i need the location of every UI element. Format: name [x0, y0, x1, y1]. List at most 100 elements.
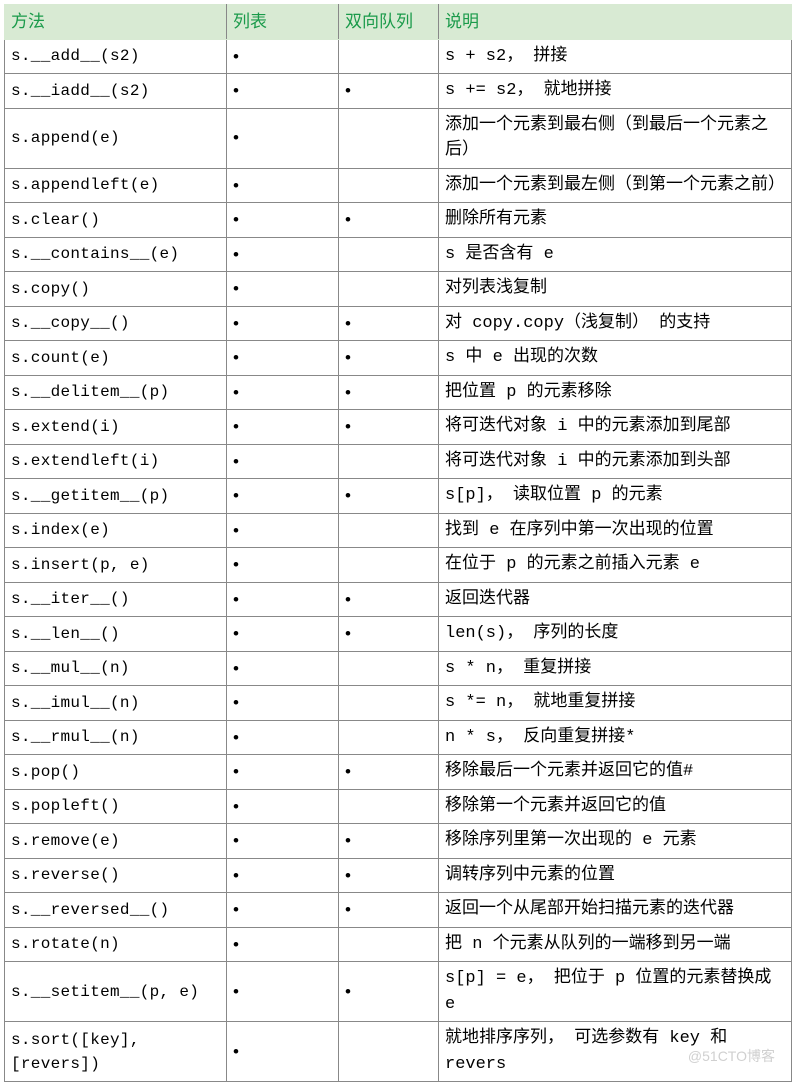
description-cell: 对列表浅复制 [439, 272, 792, 307]
description-cell: s += s2， 就地拼接 [439, 74, 792, 109]
deque-support-cell: • [339, 582, 439, 617]
description-cell: s *= n， 就地重复拼接 [439, 686, 792, 721]
list-support-cell: • [227, 39, 339, 74]
table-row: s.__mul__(n)•s * n， 重复拼接 [5, 651, 792, 686]
deque-support-cell: • [339, 479, 439, 514]
table-row: s.__getitem__(p)••s[p]， 读取位置 p 的元素 [5, 479, 792, 514]
deque-support-cell [339, 513, 439, 548]
table-row: s.__len__()••len(s)， 序列的长度 [5, 617, 792, 652]
method-cell: s.__iadd__(s2) [5, 74, 227, 109]
method-cell: s.copy() [5, 272, 227, 307]
table-row: s.count(e)••s 中 e 出现的次数 [5, 341, 792, 376]
method-cell: s.__iter__() [5, 582, 227, 617]
deque-support-cell [339, 1022, 439, 1082]
list-support-cell: • [227, 824, 339, 859]
deque-support-cell [339, 789, 439, 824]
method-cell: s.__copy__() [5, 306, 227, 341]
table-row: s.__setitem__(p, e)••s[p] = e， 把位于 p 位置的… [5, 962, 792, 1022]
list-support-cell: • [227, 444, 339, 479]
deque-support-cell [339, 237, 439, 272]
deque-support-cell: • [339, 410, 439, 445]
list-support-cell: • [227, 375, 339, 410]
header-list: 列表 [227, 5, 339, 40]
list-support-cell: • [227, 479, 339, 514]
method-cell: s.index(e) [5, 513, 227, 548]
method-cell: s.sort([key], [revers]) [5, 1022, 227, 1082]
header-deque: 双向队列 [339, 5, 439, 40]
method-cell: s.clear() [5, 203, 227, 238]
method-cell: s.__add__(s2) [5, 39, 227, 74]
list-support-cell: • [227, 858, 339, 893]
table-row: s.__reversed__()••返回一个从尾部开始扫描元素的迭代器 [5, 893, 792, 928]
deque-support-cell: • [339, 375, 439, 410]
method-cell: s.__delitem__(p) [5, 375, 227, 410]
list-support-cell: • [227, 237, 339, 272]
table-row: s.sort([key], [revers])• 就地排序序列， 可选参数有 ke… [5, 1022, 792, 1082]
table-row: s.__iadd__(s2)••s += s2， 就地拼接 [5, 74, 792, 109]
method-cell: s.__rmul__(n) [5, 720, 227, 755]
description-cell: 就地排序序列， 可选参数有 key 和 revers [439, 1022, 792, 1082]
deque-support-cell: • [339, 617, 439, 652]
list-support-cell: • [227, 755, 339, 790]
deque-support-cell: • [339, 893, 439, 928]
method-cell: s.count(e) [5, 341, 227, 376]
deque-support-cell [339, 548, 439, 583]
method-cell: s.reverse() [5, 858, 227, 893]
method-cell: s.pop() [5, 755, 227, 790]
list-support-cell: • [227, 168, 339, 203]
deque-support-cell [339, 444, 439, 479]
method-cell: s.popleft() [5, 789, 227, 824]
method-cell: s.__len__() [5, 617, 227, 652]
list-support-cell: • [227, 1022, 339, 1082]
deque-support-cell [339, 651, 439, 686]
deque-support-cell: • [339, 962, 439, 1022]
description-cell: 移除最后一个元素并返回它的值# [439, 755, 792, 790]
description-cell: 将可迭代对象 i 中的元素添加到头部 [439, 444, 792, 479]
method-cell: s.extend(i) [5, 410, 227, 445]
header-method: 方法 [5, 5, 227, 40]
list-support-cell: • [227, 686, 339, 721]
description-cell: s[p] = e， 把位于 p 位置的元素替换成 e [439, 962, 792, 1022]
description-cell: 调转序列中元素的位置 [439, 858, 792, 893]
table-row: s.__iter__()••返回迭代器 [5, 582, 792, 617]
method-cell: s.__getitem__(p) [5, 479, 227, 514]
method-cell: s.__contains__(e) [5, 237, 227, 272]
description-cell: 把位置 p 的元素移除 [439, 375, 792, 410]
description-cell: s 中 e 出现的次数 [439, 341, 792, 376]
table-row: s.__imul__(n)•s *= n， 就地重复拼接 [5, 686, 792, 721]
deque-support-cell: • [339, 203, 439, 238]
deque-support-cell: • [339, 74, 439, 109]
table-row: s.clear()••删除所有元素 [5, 203, 792, 238]
deque-support-cell [339, 720, 439, 755]
method-cell: s.rotate(n) [5, 927, 227, 962]
deque-support-cell [339, 168, 439, 203]
deque-support-cell [339, 108, 439, 168]
list-support-cell: • [227, 617, 339, 652]
list-support-cell: • [227, 962, 339, 1022]
table-row: s.__rmul__(n)•n * s， 反向重复拼接* [5, 720, 792, 755]
description-cell: 对 copy.copy（浅复制） 的支持 [439, 306, 792, 341]
method-cell: s.append(e) [5, 108, 227, 168]
deque-support-cell [339, 272, 439, 307]
description-cell: 移除第一个元素并返回它的值 [439, 789, 792, 824]
method-cell: s.__setitem__(p, e) [5, 962, 227, 1022]
table-row: s.index(e)•找到 e 在序列中第一次出现的位置 [5, 513, 792, 548]
description-cell: 添加一个元素到最左侧（到第一个元素之前） [439, 168, 792, 203]
description-cell: 返回一个从尾部开始扫描元素的迭代器 [439, 893, 792, 928]
list-support-cell: • [227, 720, 339, 755]
list-support-cell: • [227, 74, 339, 109]
description-cell: 找到 e 在序列中第一次出现的位置 [439, 513, 792, 548]
list-support-cell: • [227, 548, 339, 583]
description-cell: 把 n 个元素从队列的一端移到另一端 [439, 927, 792, 962]
table-row: s.__contains__(e)•s 是否含有 e [5, 237, 792, 272]
method-cell: s.__mul__(n) [5, 651, 227, 686]
description-cell: 删除所有元素 [439, 203, 792, 238]
method-cell: s.__reversed__() [5, 893, 227, 928]
list-support-cell: • [227, 272, 339, 307]
table-row: s.__copy__()••对 copy.copy（浅复制） 的支持 [5, 306, 792, 341]
table-row: s.remove(e)••移除序列里第一次出现的 e 元素 [5, 824, 792, 859]
method-cell: s.extendleft(i) [5, 444, 227, 479]
deque-support-cell: • [339, 858, 439, 893]
list-support-cell: • [227, 893, 339, 928]
deque-support-cell: • [339, 341, 439, 376]
